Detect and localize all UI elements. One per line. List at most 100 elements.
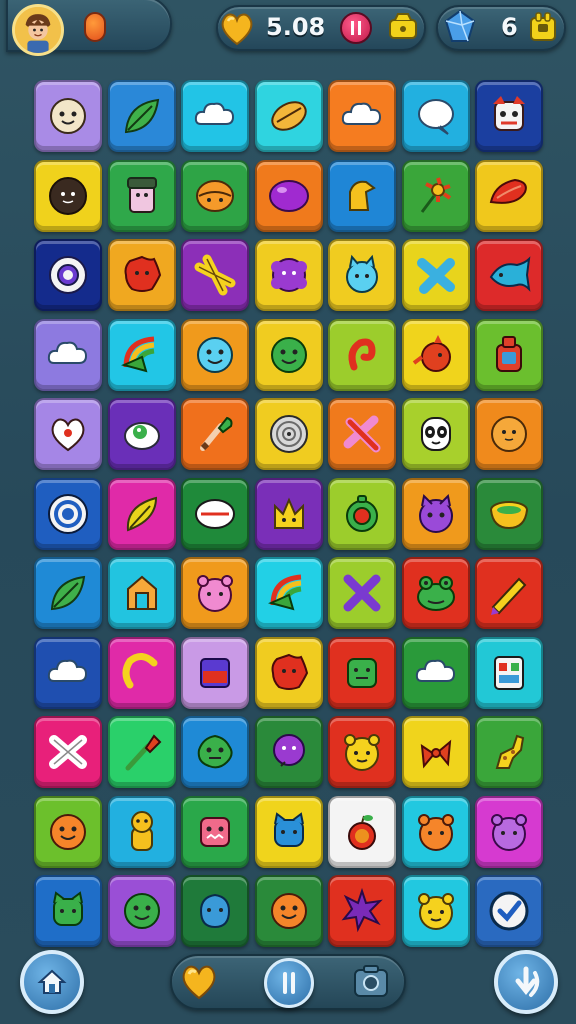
board-tile-bottle[interactable] [475,319,543,391]
board-tile-panel[interactable] [475,637,543,709]
board-tile-giraffe[interactable] [475,716,543,788]
board-tile-pencil[interactable] [475,557,543,629]
board-tile-yellow-bear[interactable] [402,875,470,947]
board-tile-seed[interactable] [255,80,323,152]
board-tile-purple-star[interactable] [328,875,396,947]
board-tile-red-blob[interactable] [255,637,323,709]
top-bar: 5.08 6 [0,0,576,58]
board-tile-cross-red[interactable] [328,398,396,470]
board-tile-flower[interactable] [402,160,470,232]
seed-icon [271,101,307,131]
board-tile-blue-smile[interactable] [181,319,249,391]
purple-ball-face-icon [273,734,305,767]
board-tile-cloud[interactable] [181,80,249,152]
green-smile-icon [124,893,160,929]
board-tile-orange-face[interactable] [34,796,102,868]
board-tile-clock[interactable] [328,478,396,550]
heart-icon[interactable] [178,960,220,1002]
board-tile-mouth[interactable] [181,478,249,550]
board-tile-bird[interactable] [402,319,470,391]
board-tile-target[interactable] [34,478,102,550]
house-icon [127,575,157,610]
rainbow-icon [121,336,155,373]
board-tile-pot[interactable] [475,478,543,550]
board-tile-purple-ball-face[interactable] [255,716,323,788]
board-tile-leaf[interactable] [34,557,102,629]
board-tile-rainbow[interactable] [255,557,323,629]
board-tile-orange[interactable] [181,160,249,232]
board-tile-green-smile[interactable] [108,875,176,947]
board-tile-purple-ball[interactable] [255,160,323,232]
board-tile-cat[interactable] [328,239,396,311]
board-tile-boot[interactable] [328,160,396,232]
board-tile-orange-face[interactable] [255,875,323,947]
board-tile-cross-purple[interactable] [328,557,396,629]
board-tile-box[interactable] [181,637,249,709]
board-tile-cross[interactable] [402,239,470,311]
board-tile-green-monster[interactable] [181,716,249,788]
board-tile-c-shape[interactable] [108,637,176,709]
gold-heart-icon [221,13,253,46]
info-button[interactable] [264,958,314,1008]
board-tile-apple[interactable] [328,796,396,868]
check-icon [489,891,529,931]
gold-chest-icon[interactable] [386,10,420,44]
board-tile-pink-square[interactable] [181,796,249,868]
board-tile-blue-face[interactable] [181,875,249,947]
board-tile-cloud[interactable] [34,319,102,391]
board-tile-flower-purple[interactable] [255,239,323,311]
board-tile-disc[interactable] [255,398,323,470]
board-tile-purple-bear[interactable] [475,796,543,868]
board-tile-brush[interactable] [181,398,249,470]
blue-gem-icon [444,9,476,42]
board-tile-panda[interactable] [402,398,470,470]
board-tile-cloud[interactable] [34,637,102,709]
board-tile-cup[interactable] [108,160,176,232]
board-tile-orange-ball[interactable] [475,398,543,470]
board-tile-star[interactable] [181,239,249,311]
home-button[interactable] [20,950,84,1014]
board-tile-leaf-y[interactable] [108,478,176,550]
board-tile-heart[interactable] [34,398,102,470]
board-tile-green-cat[interactable] [34,875,102,947]
board-tile-bow[interactable] [402,716,470,788]
board-tile-yellow-bear[interactable] [328,716,396,788]
gem-chest-icon[interactable] [526,10,560,44]
bottom-bar [0,944,576,1024]
board-tile-cloud[interactable] [328,80,396,152]
board-tile-hook[interactable] [328,319,396,391]
board-tile-robot[interactable] [475,80,543,152]
board-tile-cloud[interactable] [402,637,470,709]
board-tile-ring[interactable] [34,239,102,311]
board-tile-bubble[interactable] [402,80,470,152]
player-avatar[interactable] [12,4,64,56]
board-tile-shovel[interactable] [108,716,176,788]
board-tile-green-smile[interactable] [255,319,323,391]
blue-face-icon [199,893,231,929]
board-tile-check[interactable] [475,875,543,947]
board-tile-bear-standing[interactable] [108,796,176,868]
board-tile-egg[interactable] [108,398,176,470]
box-icon [200,658,230,688]
board-tile-orange-bear[interactable] [402,796,470,868]
board-tile-pink-bear[interactable] [181,557,249,629]
camera-icon[interactable] [352,962,390,1000]
board-tile-cross-white[interactable] [34,716,102,788]
board-tile-face[interactable] [34,80,102,152]
green-cat-icon [53,891,83,926]
board-tile-fish[interactable] [475,239,543,311]
back-button[interactable] [494,950,558,1014]
board-tile-red-blob[interactable] [108,239,176,311]
hook-icon [348,338,376,371]
board-tile-blob[interactable] [34,160,102,232]
board-tile-crown[interactable] [255,478,323,550]
spin-icon[interactable] [340,12,372,44]
board-tile-frog[interactable] [402,557,470,629]
board-tile-rainbow[interactable] [108,319,176,391]
board-tile-house[interactable] [108,557,176,629]
board-tile-leaf[interactable] [108,80,176,152]
board-tile-pepper[interactable] [475,160,543,232]
board-tile-purple-cat[interactable] [402,478,470,550]
board-tile-blue-cat[interactable] [255,796,323,868]
board-tile-green-square[interactable] [328,637,396,709]
